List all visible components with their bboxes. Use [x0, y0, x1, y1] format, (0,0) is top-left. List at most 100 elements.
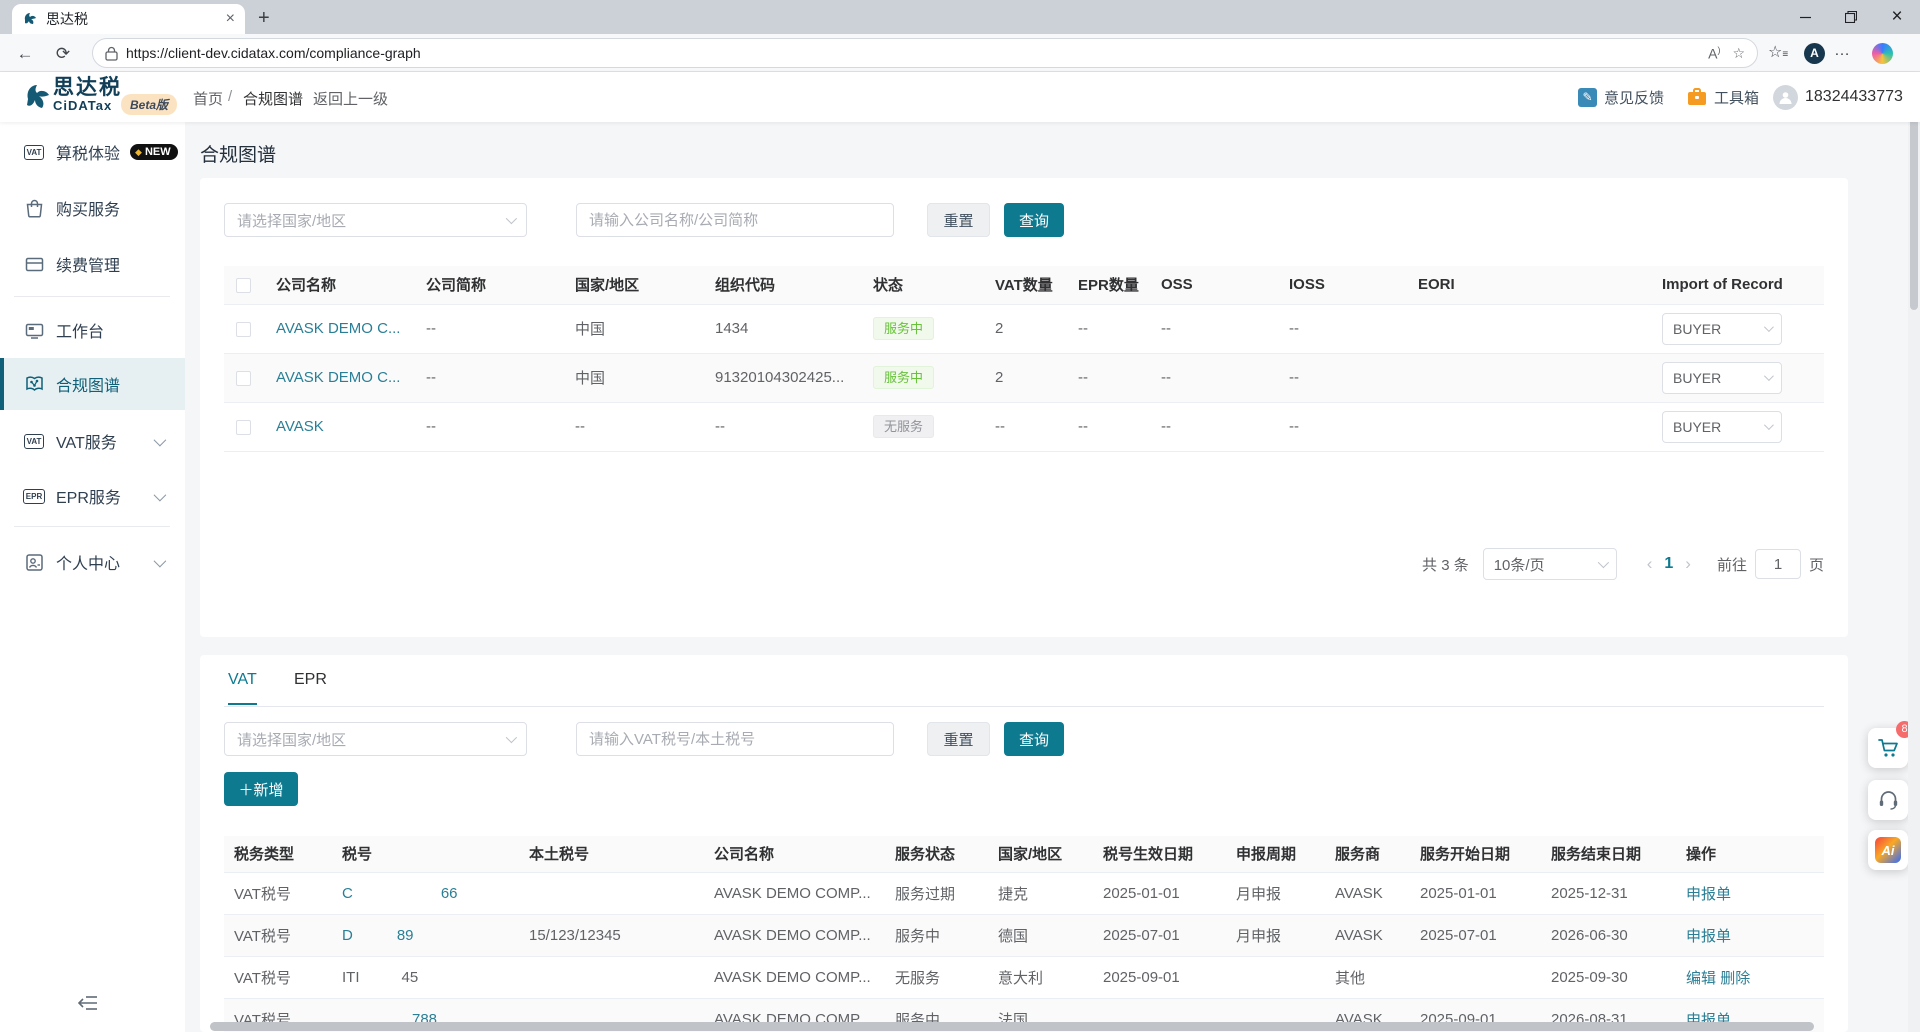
sidebar-item-buy-services[interactable]: 购买服务: [0, 182, 185, 234]
company-name-link[interactable]: AVASK DEMO C...: [276, 320, 400, 337]
sidebar-item-vat-services[interactable]: VAT VAT服务: [0, 415, 185, 467]
sidebar-item-compliance-graph[interactable]: 合规图谱: [0, 358, 185, 410]
table-row: AVASK -- -- -- 无服务 -- -- -- -- BUYER: [224, 402, 1824, 451]
browser-toolbar: ← ⟳ https://client-dev.cidatax.com/compl…: [0, 34, 1920, 72]
company-name-link[interactable]: AVASK DEMO C...: [276, 369, 400, 386]
more-options-icon[interactable]: …: [1834, 42, 1851, 60]
tax-reset-button[interactable]: 重置: [927, 722, 990, 756]
tab-vat[interactable]: VAT: [228, 671, 257, 705]
add-button[interactable]: ＋新增: [224, 772, 298, 806]
tab-close-icon[interactable]: ×: [226, 11, 235, 27]
select-all-checkbox[interactable]: [236, 278, 251, 293]
back-to-parent-link[interactable]: 返回上一级: [313, 88, 388, 109]
status-badge: 服务中: [873, 317, 934, 340]
scrollbar-thumb[interactable]: [210, 1022, 1814, 1031]
delete-link[interactable]: 删除: [1720, 970, 1750, 987]
page-size-select[interactable]: 10条/页: [1483, 548, 1617, 580]
sidebar-item-tax-experience[interactable]: VAT 算税体验 ◆NEW: [0, 126, 185, 178]
goto-page-input[interactable]: [1755, 549, 1801, 579]
close-icon[interactable]: ×: [1874, 0, 1920, 34]
maximize-icon[interactable]: [1828, 0, 1874, 34]
reset-button[interactable]: 重置: [927, 203, 990, 237]
new-tab-icon[interactable]: +: [258, 7, 270, 30]
chevron-down-icon: [1597, 557, 1608, 568]
tax-query-button[interactable]: 查询: [1004, 722, 1064, 756]
url-text: https://client-dev.cidatax.com/complianc…: [126, 45, 1696, 61]
copilot-icon[interactable]: [1872, 43, 1893, 64]
chevron-down-icon: [154, 488, 167, 501]
cart-icon: [1878, 738, 1899, 758]
company-name-link[interactable]: AVASK: [276, 418, 324, 435]
tax-number-link[interactable]: D89: [342, 927, 414, 944]
feedback-button[interactable]: ✎ 意见反馈: [1578, 87, 1664, 108]
back-icon[interactable]: ←: [12, 41, 38, 67]
declaration-link[interactable]: 申报单: [1686, 886, 1731, 903]
company-table: 公司名称 公司简称 国家/地区 组织代码 状态 VAT数量 EPR数量 OSS …: [224, 266, 1824, 452]
app-logo[interactable]: 思达税 CiDATax: [53, 77, 122, 113]
epr-icon: EPR: [24, 486, 44, 506]
tax-search-input[interactable]: [576, 722, 894, 756]
row-checkbox[interactable]: [236, 371, 251, 386]
page-unit: 页: [1809, 554, 1824, 575]
chevron-down-icon: [1764, 371, 1774, 381]
sidebar-item-workbench[interactable]: 工作台: [0, 304, 185, 356]
support-chat-button[interactable]: [1868, 780, 1908, 820]
current-page[interactable]: 1: [1664, 555, 1673, 573]
ai-assistant-button[interactable]: Ai: [1868, 830, 1908, 870]
chevron-down-icon: [1764, 322, 1774, 332]
prev-page-icon[interactable]: ‹: [1647, 554, 1653, 574]
tax-table: 税务类型 税号 本土税号 公司名称 服务状态 国家/地区 税号生效日期 申报周期…: [224, 836, 1824, 1032]
breadcrumb-home[interactable]: 首页: [193, 88, 223, 109]
minimize-icon[interactable]: [1782, 0, 1828, 34]
row-checkbox[interactable]: [236, 420, 251, 435]
company-search-input[interactable]: [576, 203, 894, 237]
cart-button[interactable]: 8: [1868, 728, 1908, 768]
account-menu[interactable]: 18324433773: [1773, 85, 1903, 110]
next-page-icon[interactable]: ›: [1685, 554, 1691, 574]
vat-icon: VAT: [24, 431, 44, 451]
tab-epr[interactable]: EPR: [294, 671, 327, 703]
edit-link[interactable]: 编辑: [1686, 970, 1716, 987]
browser-tab-strip: 思达税 × + ×: [0, 0, 1920, 34]
extension-icon[interactable]: A: [1804, 43, 1825, 64]
read-aloud-icon[interactable]: A): [1708, 45, 1720, 62]
vat-calculator-icon: VAT: [24, 142, 44, 162]
horizontal-scrollbar[interactable]: [210, 1022, 1840, 1031]
favorite-star-icon[interactable]: ☆: [1732, 45, 1745, 62]
toolbox-icon: [1687, 88, 1707, 106]
browser-tab[interactable]: 思达税 ×: [12, 4, 245, 34]
import-of-record-select[interactable]: BUYER: [1662, 411, 1782, 443]
chevron-down-icon: [506, 213, 517, 224]
new-badge: ◆NEW: [130, 144, 178, 160]
sidebar-item-epr-services[interactable]: EPR EPR服务: [0, 470, 185, 522]
import-of-record-select[interactable]: BUYER: [1662, 313, 1782, 345]
declaration-link[interactable]: 申报单: [1686, 928, 1731, 945]
app-header: 思达税 CiDATax Beta版 首页 / 合规图谱 返回上一级 ✎ 意见反馈…: [0, 72, 1920, 122]
tax-country-select[interactable]: 请选择国家/地区: [224, 722, 527, 756]
row-checkbox[interactable]: [236, 322, 251, 337]
query-button[interactable]: 查询: [1004, 203, 1064, 237]
favorites-bar-icon[interactable]: ☆≡: [1768, 42, 1788, 62]
toolbox-button[interactable]: 工具箱: [1687, 87, 1759, 108]
feedback-icon: ✎: [1578, 88, 1597, 107]
chevron-down-icon: [506, 732, 517, 743]
vertical-scrollbar[interactable]: [1908, 72, 1920, 1032]
country-select[interactable]: 请选择国家/地区: [224, 203, 527, 237]
sidebar-item-renewal[interactable]: 续费管理: [0, 238, 185, 290]
pagination: 共 3 条 10条/页 ‹ 1 › 前往 页: [1422, 548, 1824, 580]
gem-icon: ◆: [135, 147, 142, 158]
address-bar[interactable]: https://client-dev.cidatax.com/complianc…: [92, 38, 1758, 68]
chevron-down-icon: [1764, 420, 1774, 430]
ai-icon: Ai: [1875, 837, 1901, 863]
collapse-sidebar-icon[interactable]: [78, 995, 98, 1016]
sidebar-item-personal-center[interactable]: 个人中心: [0, 536, 185, 588]
headset-icon: [1878, 790, 1899, 810]
tax-number-link[interactable]: C66: [342, 885, 458, 902]
lock-icon: [105, 46, 118, 61]
workbench-icon: [24, 320, 44, 340]
import-of-record-select[interactable]: BUYER: [1662, 362, 1782, 394]
tax-number: ITI45: [342, 969, 418, 986]
shopping-bag-icon: [24, 198, 44, 218]
refresh-icon[interactable]: ⟳: [50, 41, 76, 67]
breadcrumb-current[interactable]: 合规图谱: [243, 88, 303, 109]
